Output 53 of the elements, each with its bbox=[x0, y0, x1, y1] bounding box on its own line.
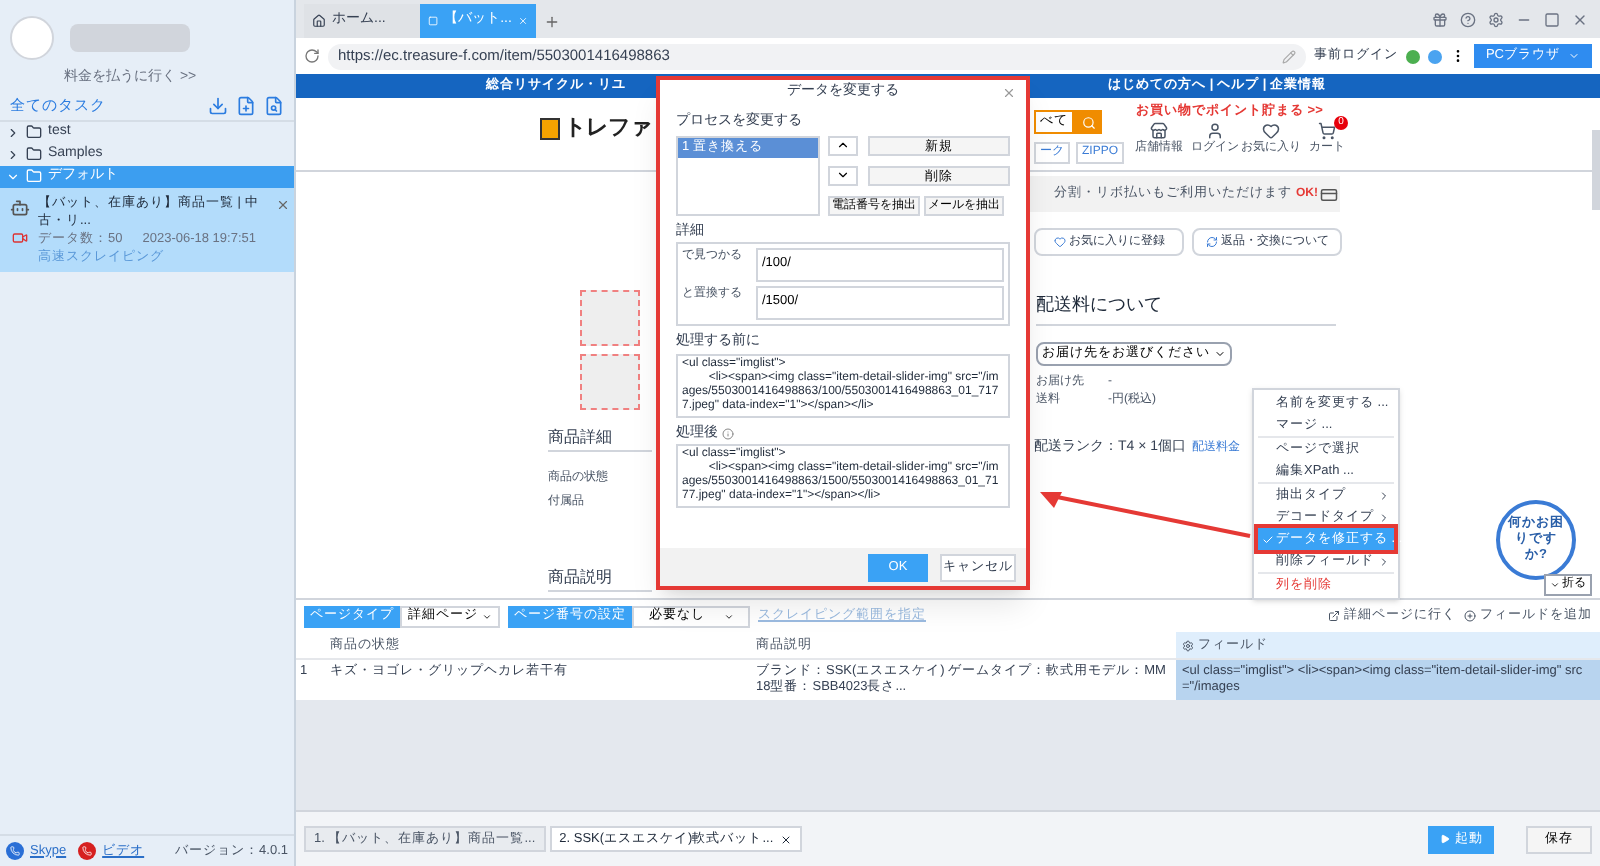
phone-icon bbox=[6, 842, 24, 860]
robot-icon bbox=[10, 197, 30, 217]
chevron-down-icon[interactable] bbox=[6, 169, 20, 183]
new-task-icon[interactable] bbox=[236, 96, 256, 116]
link-icon bbox=[1328, 610, 1340, 622]
logo-icon bbox=[540, 117, 560, 140]
gift-icon[interactable] bbox=[1432, 12, 1448, 28]
caret-icon bbox=[1568, 50, 1580, 62]
caret-icon bbox=[723, 611, 733, 621]
edit-icon[interactable] bbox=[1281, 49, 1296, 63]
search-button[interactable] bbox=[1074, 110, 1102, 134]
folder-icon bbox=[26, 168, 42, 184]
check-icon bbox=[1262, 533, 1274, 545]
folder-icon bbox=[26, 146, 42, 162]
product-image-placeholder bbox=[580, 290, 640, 346]
site-logo[interactable]: トレファ bbox=[564, 112, 652, 145]
import-icon[interactable] bbox=[208, 96, 228, 116]
help-icon[interactable] bbox=[1460, 12, 1476, 28]
store-icon bbox=[1150, 122, 1168, 140]
refresh-icon bbox=[1205, 236, 1217, 248]
chevron-down-icon bbox=[836, 168, 850, 182]
maximize-icon[interactable] bbox=[1544, 12, 1560, 28]
settings-icon[interactable] bbox=[1182, 639, 1194, 651]
info-icon bbox=[722, 427, 734, 440]
home-icon bbox=[312, 14, 326, 28]
heart-icon bbox=[1053, 236, 1065, 248]
chevron-up-icon bbox=[836, 138, 850, 152]
search-file-icon[interactable] bbox=[264, 96, 284, 116]
page-icon bbox=[428, 14, 439, 28]
move-up-button[interactable] bbox=[828, 135, 858, 155]
card-icon bbox=[1320, 185, 1338, 203]
chevron-down-icon bbox=[1550, 580, 1560, 590]
add-icon bbox=[1464, 610, 1476, 622]
camera-icon bbox=[12, 229, 28, 245]
move-down-button[interactable] bbox=[828, 165, 858, 185]
heart-icon bbox=[1262, 122, 1280, 140]
chevron-right-icon bbox=[1378, 555, 1390, 567]
caret-icon bbox=[1214, 347, 1226, 360]
cart-icon bbox=[1318, 122, 1336, 140]
play-icon bbox=[1439, 834, 1449, 844]
reload-icon[interactable] bbox=[304, 48, 320, 64]
close-icon[interactable] bbox=[779, 833, 792, 845]
folder-icon bbox=[26, 124, 42, 140]
section-heading: 商品説明 bbox=[548, 566, 652, 592]
section-heading: 商品詳細 bbox=[548, 426, 652, 452]
section-heading: 配送料について bbox=[1036, 292, 1336, 325]
new-tab-icon[interactable] bbox=[544, 14, 560, 30]
search-icon bbox=[1081, 115, 1095, 129]
caret-icon bbox=[482, 611, 492, 621]
settings-icon[interactable] bbox=[1488, 12, 1504, 28]
product-image-placeholder bbox=[580, 354, 640, 410]
username-placeholder bbox=[70, 24, 190, 52]
person-icon bbox=[1206, 122, 1224, 140]
